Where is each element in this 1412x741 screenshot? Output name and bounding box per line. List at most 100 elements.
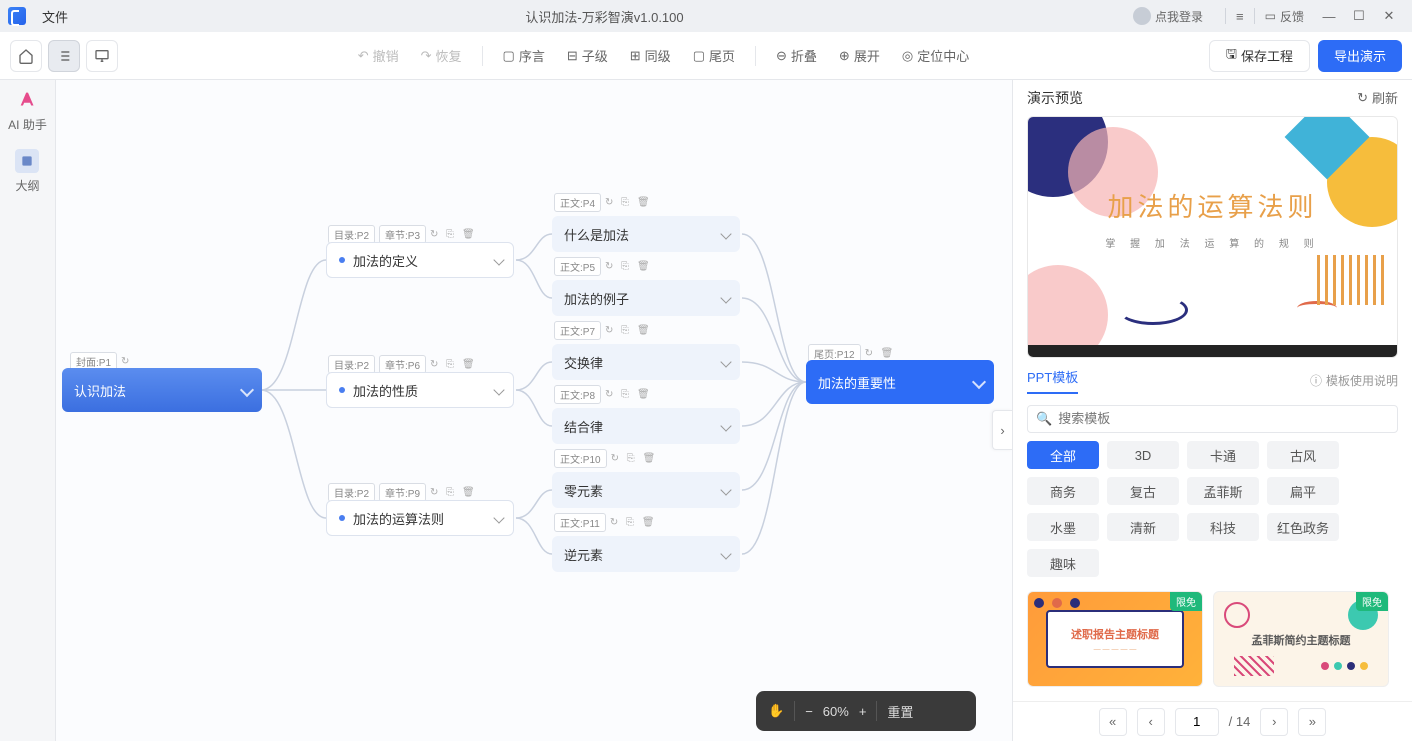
refresh-icon[interactable]: ↻ (430, 487, 442, 499)
home-button[interactable] (10, 40, 42, 72)
copy-icon[interactable]: ⎘ (446, 359, 458, 371)
copy-icon[interactable]: ⎘ (446, 229, 458, 241)
first-slide-button[interactable]: ⏮ (1042, 357, 1054, 358)
mindmap-node[interactable]: 加法的性质 (326, 372, 514, 408)
copy-icon[interactable]: ⎘ (626, 517, 638, 529)
pager-last-button[interactable]: » (1298, 708, 1326, 736)
category-chip[interactable]: 古风 (1267, 441, 1339, 469)
mindmap-node[interactable]: 逆元素 (552, 536, 740, 572)
undo-button[interactable]: ↶撤销 (350, 42, 407, 69)
refresh-icon[interactable]: ↻ (605, 261, 617, 273)
tab-ppt-templates[interactable]: PPT模板 (1027, 367, 1078, 394)
mindmap-canvas[interactable]: 封面:P1 ↻ 认识加法 目录:P2章节:P3↻⎘🗑 加法的定义 目录:P2章节… (56, 80, 1012, 741)
delete-icon[interactable]: 🗑 (642, 517, 654, 529)
node-tag: 正文:P4↻⎘🗑 (554, 193, 649, 212)
zoom-in-button[interactable]: + (859, 704, 867, 719)
present-view-button[interactable] (86, 40, 118, 72)
sidebar-ai-assistant[interactable]: AI 助手 (8, 88, 47, 133)
copy-icon[interactable]: ⎘ (621, 325, 633, 337)
category-chip[interactable]: 复古 (1107, 477, 1179, 505)
mindmap-node[interactable]: 什么是加法 (552, 216, 740, 252)
zoom-reset-button[interactable]: 重置 (887, 702, 913, 721)
maximize-button[interactable]: ☐ (1344, 2, 1374, 30)
fold-button[interactable]: ⊖折叠 (768, 42, 825, 69)
peer-button[interactable]: ⊞同级 (622, 42, 679, 69)
mindmap-node[interactable]: 零元素 (552, 472, 740, 508)
delete-icon[interactable]: 🗑 (462, 487, 474, 499)
category-chip[interactable]: 全部 (1027, 441, 1099, 469)
category-chip[interactable]: 孟菲斯 (1187, 477, 1259, 505)
category-chip[interactable]: 水墨 (1027, 513, 1099, 541)
category-chip[interactable]: 卡通 (1187, 441, 1259, 469)
template-search[interactable]: 🔍 (1027, 405, 1398, 434)
delete-icon[interactable]: 🗑 (881, 348, 893, 360)
template-card[interactable]: 述职报告主题标题— — — — — 限免 (1027, 591, 1203, 687)
pager-prev-button[interactable]: ‹ (1137, 708, 1165, 736)
search-input[interactable] (1058, 411, 1389, 426)
fullscreen-button[interactable]: ⛶ (1374, 357, 1383, 358)
copy-icon[interactable]: ⎘ (446, 487, 458, 499)
category-chip[interactable]: 商务 (1027, 477, 1099, 505)
category-chip[interactable]: 红色政务 (1267, 513, 1339, 541)
template-card[interactable]: 孟菲斯简约主题标题 限免 (1213, 591, 1389, 687)
delete-icon[interactable]: 🗑 (462, 359, 474, 371)
chevron-down-icon (720, 356, 731, 367)
close-button[interactable]: ✕ (1374, 2, 1404, 30)
refresh-icon[interactable]: ↻ (430, 359, 442, 371)
copy-icon[interactable]: ⎘ (621, 261, 633, 273)
copy-icon[interactable]: ⎘ (627, 453, 639, 465)
redo-button[interactable]: ↷恢复 (413, 42, 470, 69)
mindmap-node[interactable]: 加法的运算法则 (326, 500, 514, 536)
menu-file[interactable]: 文件 (34, 5, 76, 28)
export-button[interactable]: 导出演示 (1318, 40, 1402, 72)
copy-icon[interactable]: ⎘ (621, 197, 633, 209)
refresh-icon[interactable]: ↻ (605, 197, 617, 209)
feedback-button[interactable]: ▭ 反馈 (1265, 8, 1304, 25)
save-project-button[interactable]: 🖫保存工程 (1209, 40, 1310, 72)
minimize-button[interactable]: — (1314, 2, 1344, 30)
hamburger-icon[interactable]: ≡ (1236, 9, 1244, 24)
category-chip[interactable]: 清新 (1107, 513, 1179, 541)
pager-next-button[interactable]: › (1260, 708, 1288, 736)
zoom-out-button[interactable]: − (805, 704, 813, 719)
sublevel-button[interactable]: ⊟子级 (559, 42, 616, 69)
refresh-icon[interactable]: ↻ (865, 348, 877, 360)
pager-first-button[interactable]: « (1099, 708, 1127, 736)
mindmap-node[interactable]: 结合律 (552, 408, 740, 444)
delete-icon[interactable]: 🗑 (643, 453, 655, 465)
category-chip[interactable]: 扁平 (1267, 477, 1339, 505)
login-button[interactable]: 点我登录 (1133, 7, 1203, 25)
mindmap-node[interactable]: 加法的例子 (552, 280, 740, 316)
mindmap-final-node[interactable]: 加法的重要性 (806, 360, 994, 404)
refresh-icon[interactable]: ↻ (611, 453, 623, 465)
pan-icon[interactable]: ✋ (768, 703, 784, 719)
collapse-panel-button[interactable]: › (992, 410, 1012, 450)
mindmap-node[interactable]: 交换律 (552, 344, 740, 380)
preface-button[interactable]: ▢序言 (495, 42, 553, 69)
expand-button[interactable]: ⊕展开 (831, 42, 888, 69)
refresh-preview-button[interactable]: ↻刷新 (1357, 88, 1398, 107)
delete-icon[interactable]: 🗑 (637, 325, 649, 337)
mindmap-node[interactable]: 加法的定义 (326, 242, 514, 278)
tail-button[interactable]: ▢尾页 (685, 42, 743, 69)
refresh-icon[interactable]: ↻ (121, 356, 133, 368)
refresh-icon[interactable]: ↻ (605, 389, 617, 401)
outline-view-button[interactable] (48, 40, 80, 72)
refresh-icon[interactable]: ↻ (605, 325, 617, 337)
template-help-link[interactable]: ⓘ模板使用说明 (1310, 372, 1398, 389)
category-chip[interactable]: 3D (1107, 441, 1179, 469)
category-chip[interactable]: 科技 (1187, 513, 1259, 541)
delete-icon[interactable]: 🗑 (637, 197, 649, 209)
mindmap-root-node[interactable]: 认识加法 (62, 368, 262, 412)
delete-icon[interactable]: 🗑 (462, 229, 474, 241)
refresh-icon[interactable]: ↻ (610, 517, 622, 529)
pager-page-input[interactable] (1175, 708, 1219, 736)
copy-icon[interactable]: ⎘ (621, 389, 633, 401)
delete-icon[interactable]: 🗑 (637, 389, 649, 401)
center-button[interactable]: ◎定位中心 (894, 42, 977, 69)
sidebar-outline[interactable]: 大纲 (15, 149, 39, 194)
next-slide-button[interactable]: ⏭ (1114, 357, 1126, 358)
delete-icon[interactable]: 🗑 (637, 261, 649, 273)
category-chip[interactable]: 趣味 (1027, 549, 1099, 577)
refresh-icon[interactable]: ↻ (430, 229, 442, 241)
